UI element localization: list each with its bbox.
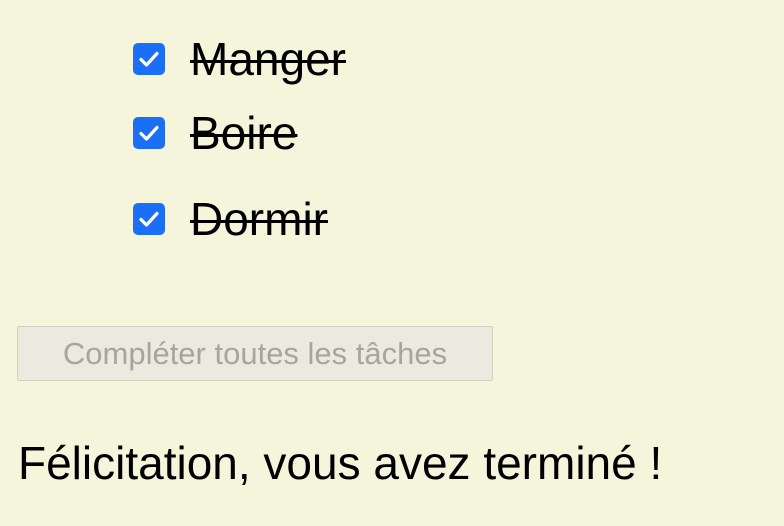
task-checkbox[interactable]	[133, 203, 165, 235]
complete-all-button[interactable]: Compléter toutes les tâches	[17, 326, 493, 381]
task-item: Boire	[133, 90, 346, 176]
task-checkbox[interactable]	[133, 43, 165, 75]
todo-app: Manger Boire Dormir Compléter toutes les…	[0, 0, 784, 526]
task-checkbox[interactable]	[133, 117, 165, 149]
task-label: Dormir	[190, 193, 328, 245]
check-icon	[139, 211, 159, 227]
check-icon	[139, 51, 159, 67]
task-label: Boire	[190, 107, 298, 159]
check-icon	[139, 125, 159, 141]
task-label: Manger	[190, 33, 346, 85]
task-item: Dormir	[133, 176, 346, 262]
congrats-message: Félicitation, vous avez terminé !	[18, 437, 663, 489]
task-item: Manger	[133, 28, 346, 90]
task-list: Manger Boire Dormir	[133, 28, 346, 262]
